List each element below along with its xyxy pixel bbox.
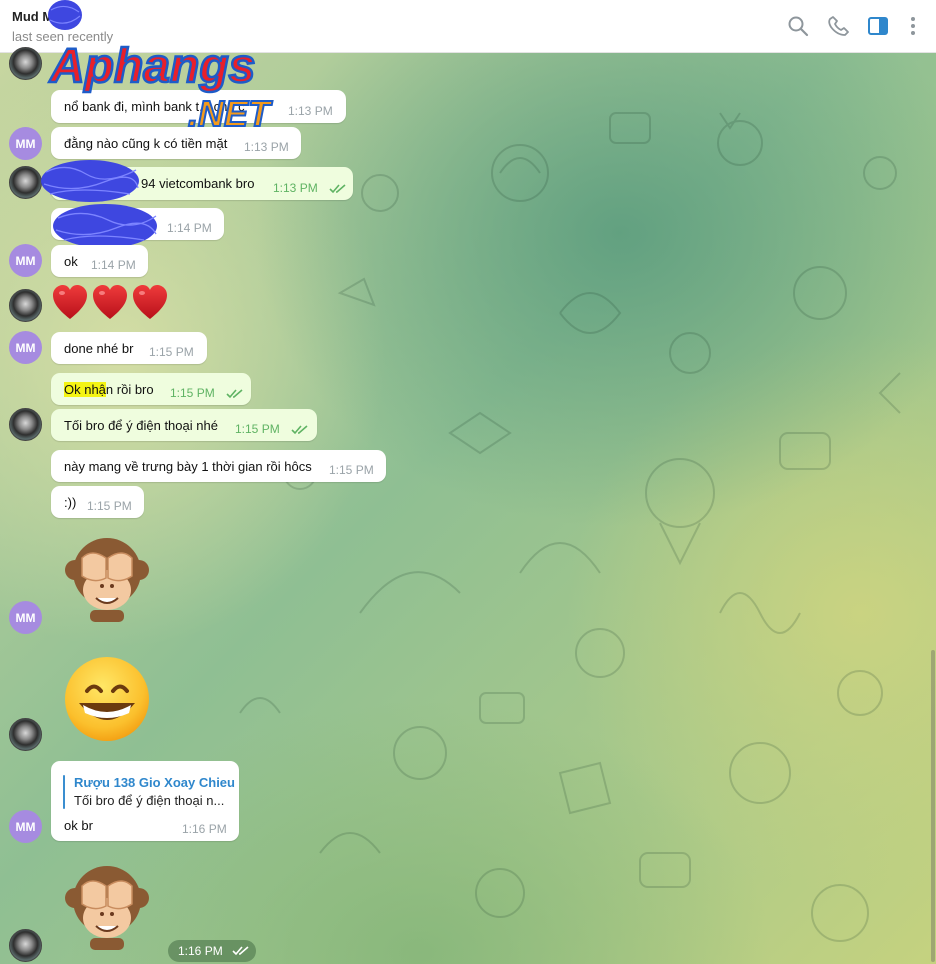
message-text: 94 vietcombank bro xyxy=(141,176,255,191)
avatar[interactable] xyxy=(9,929,42,962)
avatar[interactable]: MM xyxy=(9,244,42,277)
message-text: Ok nhận rồi bro xyxy=(64,382,154,397)
more-icon[interactable] xyxy=(902,15,924,37)
message-text: ok br xyxy=(64,818,93,833)
redaction-scribble xyxy=(48,0,82,30)
avatar[interactable]: MM xyxy=(9,810,42,843)
reply-quote-bar xyxy=(63,775,65,809)
see-no-evil-monkey-sticker[interactable] xyxy=(60,530,154,624)
message-bubble[interactable]: Tối bro để ý điện thoại nhé 1:15 PM xyxy=(51,409,317,441)
read-check-icon xyxy=(291,425,308,435)
message-text: done nhé br xyxy=(64,341,134,356)
message-text: :)) xyxy=(64,495,77,510)
avatar[interactable]: MM xyxy=(9,601,42,634)
avatar[interactable] xyxy=(9,408,42,441)
avatar[interactable]: MM xyxy=(9,331,42,364)
message-bubble[interactable]: done nhé br 1:15 PM xyxy=(51,332,207,364)
message-time: 1:16 PM xyxy=(178,944,223,958)
sticker-time-badge: 1:16 PM xyxy=(168,940,256,962)
message-bubble[interactable]: ok 1:14 PM xyxy=(51,245,148,277)
read-check-icon xyxy=(232,946,249,956)
message-bubble[interactable]: :)) 1:15 PM xyxy=(51,486,144,518)
message-bubble[interactable]: này mang về trưng bày 1 thời gian rồi hô… xyxy=(51,450,386,482)
message-time: 1:14 PM xyxy=(91,258,136,272)
watermark-brand: Aphangs xyxy=(49,40,255,93)
message-time: 1:15 PM xyxy=(149,345,194,359)
avatar[interactable] xyxy=(9,166,42,199)
read-check-icon xyxy=(226,389,243,399)
watermark-graphic: Aphangs .NET xyxy=(48,39,274,135)
hearts-message[interactable] xyxy=(51,284,171,324)
search-icon[interactable] xyxy=(787,15,809,37)
avatar[interactable] xyxy=(9,47,42,80)
sidebar-toggle-icon[interactable] xyxy=(867,15,889,37)
message-text: ok xyxy=(64,254,78,269)
message-bubble[interactable]: Ok nhận rồi bro 1:15 PM xyxy=(51,373,251,405)
message-time: 1:14 PM xyxy=(167,221,212,235)
see-no-evil-monkey-sticker[interactable] xyxy=(60,858,154,952)
reply-text[interactable]: Tối bro để ý điện thoại n... xyxy=(74,793,224,808)
chat-scrollbar[interactable] xyxy=(931,650,935,962)
avatar[interactable] xyxy=(9,289,42,322)
avatar[interactable]: MM xyxy=(9,127,42,160)
message-time: 1:13 PM xyxy=(273,181,318,195)
heart-icon xyxy=(53,285,167,319)
message-bubble[interactable]: Rượu 138 Gio Xoay Chieu Tối bro để ý điệ… xyxy=(51,761,239,841)
avatar[interactable] xyxy=(9,718,42,751)
phone-icon[interactable] xyxy=(828,15,850,37)
redaction-scribble xyxy=(41,160,139,202)
watermark-suffix: .NET xyxy=(188,93,273,134)
read-check-icon xyxy=(329,184,346,194)
reply-author[interactable]: Rượu 138 Gio Xoay Chieu xyxy=(74,775,235,790)
watermark-logo: Aphangs .NET xyxy=(44,30,334,140)
message-time: 1:15 PM xyxy=(87,499,132,513)
message-time: 1:16 PM xyxy=(182,822,227,836)
redaction-scribble xyxy=(53,204,157,248)
message-text: Tối bro để ý điện thoại nhé xyxy=(64,418,218,433)
message-time: 1:15 PM xyxy=(235,422,280,436)
message-text-rest: n rồi bro xyxy=(105,382,154,397)
message-time: 1:15 PM xyxy=(170,386,215,400)
grinning-face-sticker[interactable] xyxy=(63,655,151,743)
message-time: 1:15 PM xyxy=(329,463,374,477)
message-text: này mang về trưng bày 1 thời gian rồi hô… xyxy=(64,459,312,474)
highlighted-text: Ok nhậ xyxy=(64,382,106,397)
message-time: 1:13 PM xyxy=(244,140,289,154)
